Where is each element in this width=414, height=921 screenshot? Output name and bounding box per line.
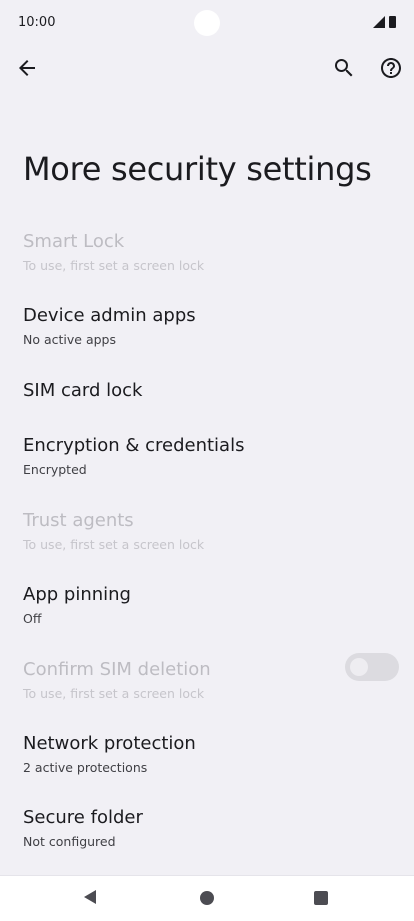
nav-recents-icon[interactable] — [314, 891, 328, 905]
search-icon — [335, 59, 353, 77]
item-title: Trust agents — [23, 510, 134, 531]
item-title: Secure folder — [23, 807, 143, 828]
help-button[interactable] — [371, 48, 411, 88]
help-circle-icon — [381, 58, 401, 78]
toggle-knob — [350, 658, 368, 676]
item-title: Device admin apps — [23, 305, 196, 326]
item-title: Confirm SIM deletion — [23, 659, 211, 680]
item-subtitle: Off — [23, 611, 42, 626]
navigation-bar — [0, 875, 414, 921]
page-title: More security settings — [23, 150, 372, 188]
arrow-left-icon — [19, 60, 35, 76]
confirm-sim-deletion-toggle[interactable] — [345, 653, 399, 681]
status-time: 10:00 — [18, 15, 56, 30]
item-subtitle: Encrypted — [23, 462, 87, 477]
item-title: Network protection — [23, 733, 196, 754]
battery-icon — [389, 16, 396, 28]
item-subtitle: 2 active protections — [23, 760, 148, 775]
item-title: App pinning — [23, 584, 131, 605]
item-subtitle: Not configured — [23, 834, 116, 849]
nav-back-icon[interactable] — [84, 890, 96, 904]
item-title: SIM card lock — [23, 380, 143, 401]
signal-icon — [373, 16, 385, 28]
status-icons — [373, 16, 396, 28]
back-button[interactable] — [7, 48, 47, 88]
status-bar: 10:00 — [0, 0, 414, 48]
item-title: Smart Lock — [23, 231, 125, 252]
item-title: Encryption & credentials — [23, 435, 245, 456]
nav-home-icon[interactable] — [200, 891, 214, 905]
item-subtitle: To use, first set a screen lock — [23, 686, 205, 701]
toolbar — [0, 48, 414, 88]
item-subtitle: To use, first set a screen lock — [23, 258, 205, 273]
camera-cutout — [194, 10, 220, 36]
search-button[interactable] — [324, 48, 364, 88]
item-subtitle: To use, first set a screen lock — [23, 537, 205, 552]
item-subtitle: No active apps — [23, 332, 116, 347]
